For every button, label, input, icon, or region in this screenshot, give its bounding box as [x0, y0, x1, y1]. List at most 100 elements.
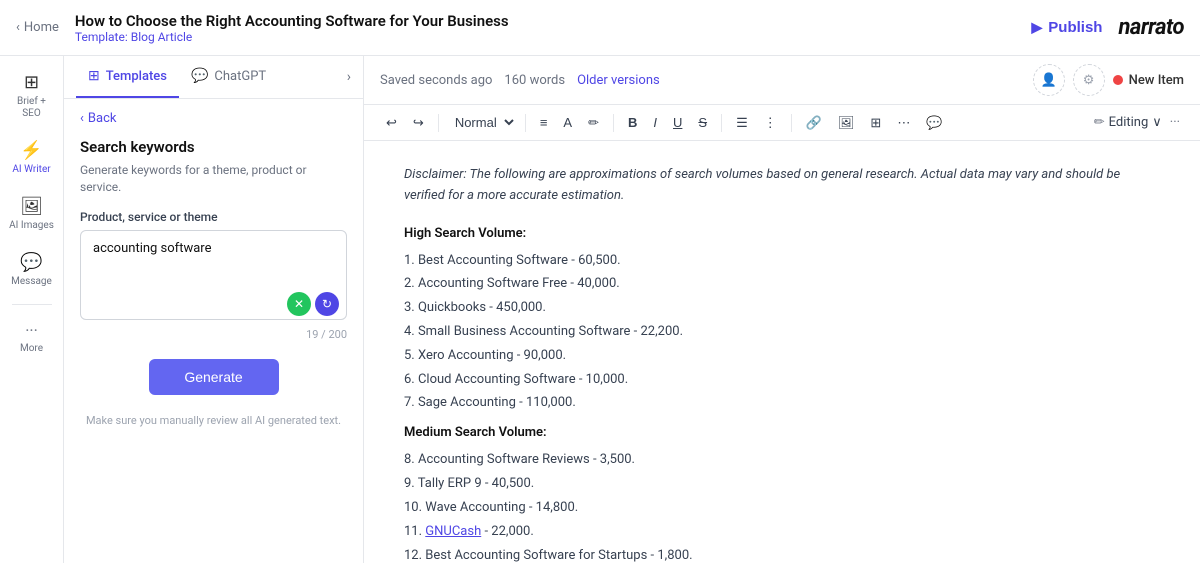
- doc-title: How to Choose the Right Accounting Softw…: [75, 12, 509, 30]
- list-item: 10. Wave Accounting - 14,800.: [404, 498, 1160, 519]
- high-volume-heading: High Search Volume:: [404, 223, 1160, 245]
- link-button[interactable]: 🔗: [800, 112, 828, 134]
- template-label: Template: Blog Article: [75, 30, 509, 44]
- top-bar-right: ▶ Publish narrato: [1032, 15, 1184, 40]
- sidebar-item-ai-writer[interactable]: ⚡ AI Writer: [4, 132, 60, 184]
- back-label: Back: [88, 111, 117, 126]
- chevron-right-icon: ›: [347, 69, 351, 85]
- format-toolbar: ↩ ↪ Normal ≡ A ✏ B I U S ☰ ⋮ 🔗 🖼 ⊞ ⋯ 💬: [364, 105, 1200, 141]
- separator-4: [721, 114, 722, 132]
- char-count: 19 / 200: [80, 328, 347, 341]
- title-block: How to Choose the Right Accounting Softw…: [75, 12, 509, 44]
- textarea-actions: ✕ ↻: [287, 292, 339, 316]
- lightning-icon: ⚡: [20, 140, 42, 161]
- share-icon: 👤: [1041, 72, 1057, 88]
- tab-templates[interactable]: ⊞ Templates: [76, 56, 179, 98]
- chevron-left-icon: ‹: [16, 20, 20, 35]
- undo-button[interactable]: ↩: [380, 112, 403, 134]
- gnucash-link[interactable]: GNUCash: [425, 524, 481, 539]
- table-button[interactable]: ⊞: [864, 112, 887, 134]
- medium-volume-list: 8. Accounting Software Reviews - 3,500. …: [404, 450, 1160, 563]
- left-nav: ⊞ Brief + SEO ⚡ AI Writer 🖼 AI Images 💬 …: [0, 56, 64, 563]
- older-versions-link[interactable]: Older versions: [577, 73, 660, 88]
- numbered-button[interactable]: ⋮: [758, 112, 783, 134]
- new-item-dot: [1113, 75, 1123, 85]
- more2-button[interactable]: ···: [1166, 115, 1184, 130]
- style-select[interactable]: Normal: [447, 111, 517, 134]
- list-item: 2. Accounting Software Free - 40,000.: [404, 274, 1160, 295]
- publish-button[interactable]: ▶ Publish: [1032, 19, 1103, 36]
- list-item: 3. Quickbooks - 450,000.: [404, 298, 1160, 319]
- toolbar-left: Saved seconds ago 160 words Older versio…: [380, 73, 660, 88]
- textarea-wrapper: accounting software ✕ ↻: [80, 230, 347, 324]
- new-item-label: New Item: [1129, 73, 1184, 88]
- image-button[interactable]: 🖼: [832, 112, 861, 134]
- comment-button[interactable]: 💬: [920, 112, 948, 134]
- underline-button[interactable]: U: [667, 112, 688, 133]
- panel-content: ‹ Back Search keywords Generate keywords…: [64, 99, 363, 563]
- highlight-button[interactable]: ✏: [582, 112, 605, 134]
- editor-area: Saved seconds ago 160 words Older versio…: [364, 56, 1200, 563]
- list-button[interactable]: ☰: [730, 112, 754, 134]
- saved-status: Saved seconds ago: [380, 73, 492, 88]
- panel-collapse-button[interactable]: ›: [347, 56, 351, 98]
- new-item-button[interactable]: New Item: [1113, 73, 1184, 88]
- list-item: 12. Best Accounting Software for Startup…: [404, 546, 1160, 563]
- disclaimer-block: Disclaimer: The following are approximat…: [404, 165, 1160, 207]
- top-bar: ‹ Home How to Choose the Right Accountin…: [0, 0, 1200, 56]
- toolbar-right: 👤 ⚙ New Item: [1033, 64, 1184, 96]
- list-item: 5. Xero Accounting - 90,000.: [404, 346, 1160, 367]
- home-link[interactable]: ‹ Home: [16, 20, 59, 35]
- ai-disclaimer: Make sure you manually review all AI gen…: [80, 413, 347, 428]
- field-label: Product, service or theme: [80, 210, 347, 224]
- color-button[interactable]: A: [557, 112, 578, 133]
- publish-label: Publish: [1048, 19, 1102, 36]
- tab-chatgpt-label: ChatGPT: [214, 69, 266, 84]
- medium-volume-section: Medium Search Volume: 8. Accounting Soft…: [404, 422, 1160, 563]
- panel: ⊞ Templates 💬 ChatGPT › ‹ Back Search ke…: [64, 56, 364, 563]
- back-link[interactable]: ‹ Back: [80, 111, 347, 126]
- sidebar-item-message[interactable]: 💬 Message: [4, 244, 60, 296]
- settings-icon: ⚙: [1083, 72, 1095, 88]
- more-icon: ···: [25, 321, 38, 340]
- expand-icon[interactable]: ∨: [1152, 115, 1162, 130]
- high-volume-section: High Search Volume: 1. Best Accounting S…: [404, 223, 1160, 415]
- align-button[interactable]: ≡: [534, 112, 554, 133]
- editing-label: Editing: [1109, 115, 1149, 130]
- redo-button[interactable]: ↪: [407, 112, 430, 134]
- sidebar-item-brief-seo[interactable]: ⊞ Brief + SEO: [4, 64, 60, 128]
- settings-icon-button[interactable]: ⚙: [1073, 64, 1105, 96]
- more1-button[interactable]: ⋯: [891, 112, 916, 134]
- section-title: Search keywords: [80, 138, 347, 156]
- home-label: Home: [24, 20, 59, 35]
- clear-button[interactable]: ✕: [287, 292, 311, 316]
- message-icon: 💬: [20, 252, 42, 273]
- strikethrough-button[interactable]: S: [692, 112, 713, 133]
- bold-button[interactable]: B: [622, 112, 643, 133]
- list-item: 4. Small Business Accounting Software - …: [404, 322, 1160, 343]
- top-bar-left: ‹ Home How to Choose the Right Accountin…: [16, 12, 509, 44]
- medium-volume-heading: Medium Search Volume:: [404, 422, 1160, 444]
- nav-divider: [12, 304, 52, 305]
- sidebar-item-ai-images[interactable]: 🖼 AI Images: [4, 188, 60, 240]
- chevron-left-icon: ‹: [80, 111, 84, 126]
- refresh-button[interactable]: ↻: [315, 292, 339, 316]
- sidebar-item-more[interactable]: ··· More: [4, 313, 60, 363]
- separator-1: [438, 114, 439, 132]
- list-item: 6. Cloud Accounting Software - 10,000.: [404, 370, 1160, 391]
- publish-icon: ▶: [1032, 19, 1043, 36]
- high-volume-list: 1. Best Accounting Software - 60,500. 2.…: [404, 251, 1160, 415]
- separator-2: [525, 114, 526, 132]
- tab-chatgpt[interactable]: 💬 ChatGPT: [179, 56, 278, 98]
- editor-toolbar-top: Saved seconds ago 160 words Older versio…: [364, 56, 1200, 105]
- italic-button[interactable]: I: [647, 112, 663, 133]
- separator-3: [613, 114, 614, 132]
- narrato-logo: narrato: [1118, 15, 1184, 40]
- generate-button[interactable]: Generate: [149, 359, 279, 395]
- panel-tabs: ⊞ Templates 💬 ChatGPT ›: [64, 56, 363, 99]
- tab-templates-label: Templates: [106, 69, 167, 84]
- share-icon-button[interactable]: 👤: [1033, 64, 1065, 96]
- list-item: 11. GNUCash - 22,000.: [404, 522, 1160, 543]
- section-desc: Generate keywords for a theme, product o…: [80, 162, 347, 196]
- editing-badge: ✏ Editing ∨ ···: [1094, 115, 1184, 130]
